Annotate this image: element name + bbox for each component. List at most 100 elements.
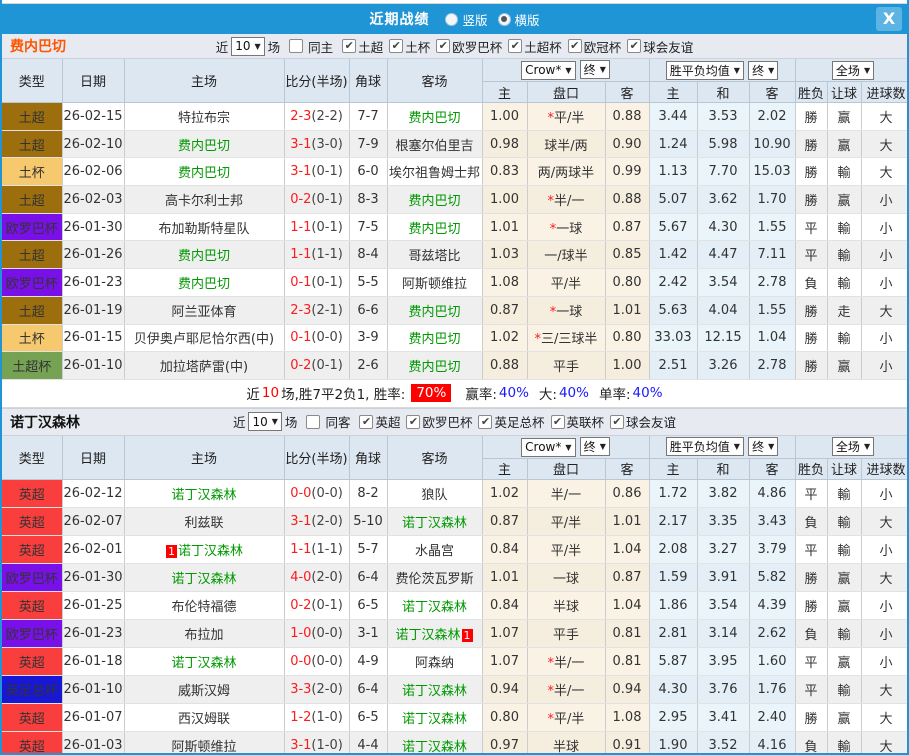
data-cell: 2.08 xyxy=(649,535,698,564)
data-cell: 輸 xyxy=(827,731,862,753)
match-row: 土超 26-02-15 特拉布宗 2-3(2-2) 7-7 费内巴切 1.00 *平/半 0.8… xyxy=(2,102,907,131)
competition-label[interactable]: 欧罗巴杯 xyxy=(452,37,502,56)
competition-checkbox[interactable] xyxy=(550,414,565,429)
score-cell: 1-1(0-1) xyxy=(284,213,350,242)
competition-label[interactable]: 土超杯 xyxy=(524,37,562,56)
competition-label[interactable]: 英足总杯 xyxy=(494,412,544,431)
data-cell: 3.82 xyxy=(697,479,750,508)
competition-checkbox[interactable] xyxy=(610,414,625,429)
data-cell: 負 xyxy=(795,619,828,648)
near-label: 近 xyxy=(215,39,229,55)
same-venue-label[interactable]: 同主 xyxy=(308,37,333,56)
handicap-cell: *平/半 xyxy=(527,703,606,732)
sub-handicap-result: 让球 xyxy=(827,458,862,480)
away-team: 水晶宫 xyxy=(387,535,483,564)
match-row: 英足总杯 26-01-10 威斯汉姆 3-3(2-0) 6-4 诺丁汉森林 0.94 *半/一… xyxy=(2,675,907,704)
away-team: 费内巴切 xyxy=(387,213,483,242)
home-team: 阿兰亚体育 xyxy=(124,296,285,325)
avg-odds-select[interactable]: 胜平负均值 ▼ xyxy=(665,437,744,457)
data-cell: 7-9 xyxy=(349,130,388,159)
data-cell: 1.08 xyxy=(482,268,528,297)
competition-label[interactable]: 球会友谊 xyxy=(626,412,676,431)
data-cell: 26-02-06 xyxy=(62,157,125,187)
data-cell: 12.15 xyxy=(697,324,750,353)
competition-label[interactable]: 土杯 xyxy=(405,37,430,56)
single-rate-value: 40% xyxy=(632,385,663,402)
competition-checkbox[interactable] xyxy=(406,414,421,429)
data-cell: 4-4 xyxy=(349,731,388,753)
competition-checkbox[interactable] xyxy=(508,39,523,53)
handicap-cell: 半球 xyxy=(527,591,606,620)
data-cell: 0.83 xyxy=(482,157,528,187)
bookmaker-select[interactable]: Crow* ▼ xyxy=(521,437,576,457)
col-date: 日期 xyxy=(62,59,125,103)
competition-checkbox[interactable] xyxy=(627,39,642,53)
horizontal-view-label[interactable]: 横版 xyxy=(515,10,540,29)
col-type: 类型 xyxy=(2,435,63,480)
home-team: 布拉加 xyxy=(124,619,285,648)
competition-label[interactable]: 欧冠杯 xyxy=(584,37,622,56)
final-avg-select[interactable]: 终 ▼ xyxy=(748,437,779,457)
bookmaker-select[interactable]: Crow* ▼ xyxy=(521,60,576,80)
competition-label[interactable]: 球会友谊 xyxy=(643,37,693,56)
competition-label[interactable]: 英联杯 xyxy=(567,412,605,431)
fulltime-select[interactable]: 全场 ▼ xyxy=(831,60,875,80)
avg-odds-select[interactable]: 胜平负均值 ▼ xyxy=(665,60,744,80)
games-count-select[interactable]: 10 ▼ xyxy=(248,412,282,432)
competition-checkbox[interactable] xyxy=(359,414,374,429)
competition-checkbox[interactable] xyxy=(436,39,451,53)
games-label: 场 xyxy=(284,415,298,431)
vertical-view-radio[interactable] xyxy=(445,12,459,26)
chevron-down-icon: ▼ xyxy=(599,442,606,452)
final-odds-select[interactable]: 终 ▼ xyxy=(579,437,610,457)
data-cell: 1.01 xyxy=(482,563,528,592)
final-avg-select[interactable]: 终 ▼ xyxy=(748,60,779,80)
data-cell: 勝 xyxy=(795,296,828,325)
vertical-view-label[interactable]: 竖版 xyxy=(462,10,487,29)
competition-checkbox[interactable] xyxy=(478,414,493,429)
score-cell: 3-1(0-1) xyxy=(284,157,350,187)
competition-label[interactable]: 欧罗巴杯 xyxy=(422,412,472,431)
data-cell: 平 xyxy=(795,479,828,508)
competition-checkbox[interactable] xyxy=(342,39,357,53)
competition-label[interactable]: 土超 xyxy=(358,37,383,56)
home-team: 诺丁汉森林 xyxy=(124,563,285,592)
data-cell: 3.35 xyxy=(697,507,750,536)
away-team: 诺丁汉森林 xyxy=(387,675,483,704)
data-cell: 0.84 xyxy=(482,535,528,564)
data-cell: 勝 xyxy=(795,563,828,592)
handicap-cell: *一球 xyxy=(527,296,606,325)
data-cell: 1.90 xyxy=(649,731,698,753)
score-cell: 0-2(0-1) xyxy=(284,185,350,214)
data-cell: 26-01-03 xyxy=(62,731,125,753)
data-cell: 5.82 xyxy=(749,563,796,592)
competition-checkbox[interactable] xyxy=(567,39,582,53)
data-cell: 0.84 xyxy=(482,591,528,620)
fulltime-select[interactable]: 全场 ▼ xyxy=(831,437,875,457)
data-cell: 6-4 xyxy=(349,563,388,592)
home-team: 阿斯顿维拉 xyxy=(124,731,285,753)
data-cell: 3.41 xyxy=(697,703,750,732)
final-odds-select[interactable]: 终 ▼ xyxy=(579,60,610,80)
data-cell: 大 xyxy=(861,157,907,187)
data-cell: 平 xyxy=(795,535,828,564)
same-venue-checkbox[interactable] xyxy=(289,39,304,53)
horizontal-view-radio[interactable] xyxy=(497,12,511,26)
close-icon[interactable]: X xyxy=(876,7,902,31)
data-cell: 1.55 xyxy=(749,296,796,325)
same-venue-checkbox[interactable] xyxy=(306,414,321,429)
data-cell: 3.62 xyxy=(697,185,750,214)
sub-away-odds: 客 xyxy=(605,458,650,480)
competition-checkbox[interactable] xyxy=(389,39,404,53)
home-team: 费内巴切 xyxy=(124,157,285,187)
score-cell: 1-2(1-0) xyxy=(284,703,350,732)
data-cell: 26-02-15 xyxy=(62,102,125,131)
odds-group-header: Crow* ▼ 终 ▼ xyxy=(482,435,650,459)
data-cell: 2-6 xyxy=(349,351,388,380)
competition-label[interactable]: 英超 xyxy=(375,412,400,431)
score-cell: 0-2(0-1) xyxy=(284,591,350,620)
sub-avg-draw: 和 xyxy=(697,458,750,480)
same-venue-label[interactable]: 同客 xyxy=(325,412,350,431)
games-count-select[interactable]: 10 ▼ xyxy=(231,36,265,56)
data-cell: 8-3 xyxy=(349,185,388,214)
